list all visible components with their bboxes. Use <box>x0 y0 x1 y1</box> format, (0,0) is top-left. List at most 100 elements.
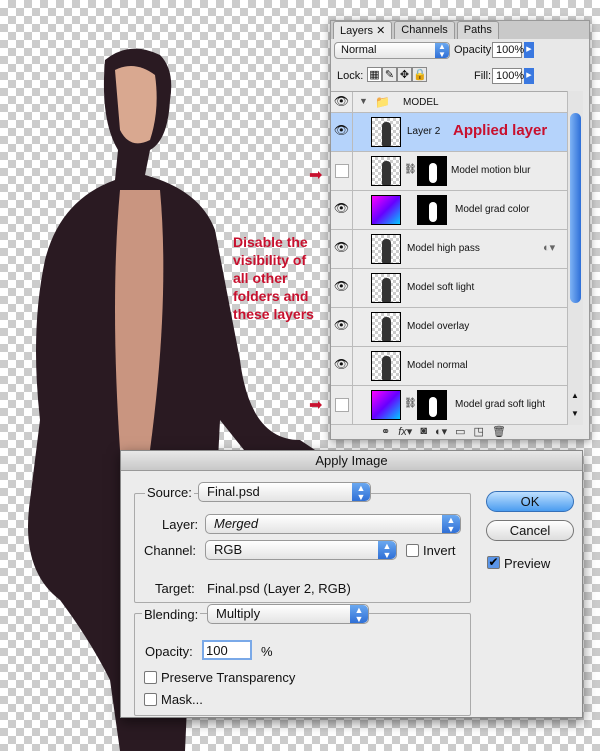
layer-row[interactable]: 👁 Model grad color <box>331 191 567 230</box>
opacity-slider-button[interactable]: ▶ <box>524 42 534 58</box>
applied-layer-annotation: Applied layer <box>453 122 548 139</box>
percent-label: % <box>261 644 273 659</box>
lock-all-icon[interactable]: 🔒 <box>412 67 427 82</box>
visibility-toggle[interactable] <box>331 386 353 424</box>
lock-label: Lock: <box>337 70 364 82</box>
red-arrow-icon: ➡ <box>309 397 323 414</box>
fill-slider-button[interactable]: ▶ <box>524 68 534 84</box>
preserve-transparency-label: Preserve Transparency <box>161 670 296 685</box>
layer-name: Model grad color <box>455 204 530 215</box>
link-icon[interactable]: ⚭ <box>381 425 390 438</box>
mask-label: Mask... <box>161 692 203 707</box>
tab-channels[interactable]: Channels <box>394 21 455 39</box>
chevron-updown-icon: ▲ ▼ <box>435 43 449 59</box>
eye-icon[interactable]: 👁 <box>331 269 353 307</box>
layer-name: Layer 2 <box>407 126 441 137</box>
target-label: Target: <box>155 581 195 596</box>
eye-icon[interactable]: 👁 <box>331 113 353 151</box>
layer-name: Model grad soft light <box>455 399 546 410</box>
eye-icon[interactable]: 👁 <box>331 92 353 112</box>
eye-icon[interactable]: 👁 <box>331 308 353 346</box>
layer-group-model[interactable]: 👁 ▼ 📁 MODEL <box>331 92 567 113</box>
chain-icon: ⛓ <box>404 398 417 409</box>
opacity-label: Opacity: <box>145 644 193 659</box>
lock-move-icon[interactable]: ✥ <box>397 67 412 82</box>
chevron-updown-icon: ▲ ▼ <box>350 605 368 624</box>
layer-row[interactable]: ⛓ Model motion blur <box>331 152 567 191</box>
layer-row[interactable]: ⛓ Model grad soft light <box>331 386 567 425</box>
layer-mask-thumbnail <box>417 156 447 186</box>
chevron-updown-icon: ▲ ▼ <box>378 541 396 560</box>
preview-checkbox[interactable]: ✔ <box>487 556 500 569</box>
gradient-thumbnail <box>371 195 401 225</box>
layer-name: Model soft light <box>407 282 475 293</box>
layer-row[interactable]: 👁 Model soft light <box>331 269 567 308</box>
eye-icon[interactable]: 👁 <box>331 230 353 268</box>
cancel-button[interactable]: Cancel <box>486 520 574 541</box>
tab-paths[interactable]: Paths <box>456 21 499 39</box>
layer-label: Layer: <box>162 517 199 532</box>
layer-row[interactable]: 👁 Model overlay <box>331 308 567 347</box>
disable-visibility-annotation: Disable the visibility of all other fold… <box>233 234 314 322</box>
fx-icon[interactable]: fx▾ <box>398 425 412 438</box>
source-select[interactable]: Final.psd ▲ ▼ <box>198 482 371 502</box>
layer-thumbnail <box>371 156 401 186</box>
chevron-updown-icon: ▲ ▼ <box>352 483 370 502</box>
apply-image-dialog: Apply Image Source: Final.psd ▲ ▼ Layer: M… <box>120 450 583 718</box>
opacity-input[interactable]: 100 <box>202 640 252 660</box>
lock-transparency-icon[interactable]: ▦ <box>367 67 382 82</box>
channel-select[interactable]: RGB ▲ ▼ <box>205 540 397 560</box>
tab-layers[interactable]: Layers ✕ <box>333 21 393 39</box>
trash-icon[interactable]: 🗑 <box>492 425 506 438</box>
blending-select[interactable]: Multiply ▲ ▼ <box>207 604 369 624</box>
eye-icon[interactable]: 👁 <box>331 191 353 229</box>
layer-thumbnail <box>371 351 401 381</box>
adjustment-icon[interactable]: ◐▾ <box>435 425 447 438</box>
fill-label: Fill: <box>474 70 492 82</box>
chain-icon: ⛓ <box>404 164 417 175</box>
preserve-transparency-checkbox[interactable] <box>144 671 157 684</box>
source-label: Source: <box>145 485 194 500</box>
target-value: Final.psd (Layer 2, RGB) <box>207 581 351 596</box>
channel-label: Channel: <box>144 543 197 558</box>
layers-panel: Layers ✕ Channels Paths Normal ▲ ▼ Opacity… <box>330 20 590 440</box>
scrollbar-thumb[interactable] <box>570 113 581 303</box>
disclosure-triangle-icon[interactable]: ▼ <box>359 96 368 106</box>
scroll-up-icon[interactable]: ▲ <box>571 391 579 400</box>
red-arrow-icon: ➡ <box>309 167 323 184</box>
fill-input[interactable]: 100% <box>492 68 524 84</box>
group-name: MODEL <box>403 97 439 108</box>
layers-scrollbar[interactable]: ▲ ▼ <box>567 91 583 425</box>
folder-icon: 📁 <box>375 95 390 109</box>
lock-paint-icon[interactable]: ✎ <box>382 67 397 82</box>
blend-mode-select[interactable]: Normal ▲ ▼ <box>334 42 450 59</box>
visibility-toggle[interactable] <box>331 152 353 190</box>
eye-icon[interactable]: 👁 <box>331 347 353 385</box>
scroll-down-icon[interactable]: ▼ <box>571 409 579 418</box>
preview-label: Preview <box>504 556 551 571</box>
layer-row[interactable]: 👁 Model normal <box>331 347 567 386</box>
layer-select[interactable]: Merged ▲ ▼ <box>205 514 461 534</box>
layer-thumbnail <box>371 273 401 303</box>
layer-mask-thumbnail <box>417 195 447 225</box>
blending-label: Blending: <box>142 607 201 622</box>
layer-thumbnail <box>371 234 401 264</box>
folder-icon[interactable]: ▭ <box>455 425 465 438</box>
mask-icon[interactable]: ◙ <box>420 425 427 438</box>
layer-thumbnail <box>371 312 401 342</box>
chevron-updown-icon: ▲ ▼ <box>442 515 460 534</box>
new-layer-icon[interactable]: ◳ <box>474 425 484 438</box>
gradient-thumbnail <box>371 390 401 420</box>
layer-row[interactable]: 👁 Model high pass ◐▾ <box>331 230 567 269</box>
layer-mask-thumbnail <box>417 390 447 420</box>
opacity-input[interactable]: 100% <box>492 42 524 58</box>
ok-button[interactable]: OK <box>486 491 574 512</box>
smart-filter-icon[interactable]: ◐▾ <box>543 241 555 254</box>
layer-name: Model motion blur <box>451 165 531 176</box>
layer-name: Model normal <box>407 360 468 371</box>
layers-list: 👁 ▼ 📁 MODEL 👁 Layer 2 ⛓ Model motion blur … <box>331 91 567 425</box>
dialog-title: Apply Image <box>121 451 582 471</box>
invert-checkbox[interactable] <box>406 544 419 557</box>
mask-checkbox[interactable] <box>144 693 157 706</box>
layer-thumbnail <box>371 117 401 147</box>
